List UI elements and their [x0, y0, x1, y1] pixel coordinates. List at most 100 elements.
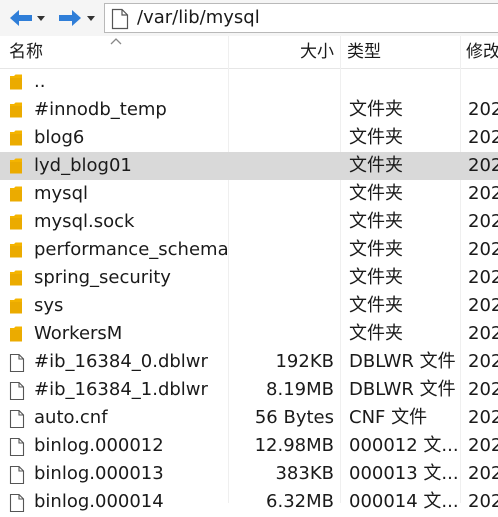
folder-row[interactable]: mysql.sock 文件夹 202: [0, 208, 498, 236]
file-modified: 202: [468, 267, 498, 288]
folder-icon: [9, 101, 23, 123]
file-modified: 202: [468, 351, 498, 372]
file-name: mysql.sock: [34, 211, 135, 232]
file-name: lyd_blog01: [34, 155, 132, 176]
path-input[interactable]: /var/lib/mysql: [104, 3, 498, 33]
file-type: 000013 文...: [349, 463, 459, 484]
folder-icon: [9, 73, 23, 95]
file-name: #ib_16384_1.dblwr: [34, 379, 208, 400]
file-name: #ib_16384_0.dblwr: [34, 351, 208, 372]
file-modified: 202: [468, 99, 498, 120]
file-icon: [9, 353, 25, 377]
file-modified: 202: [468, 295, 498, 316]
file-type: 文件夹: [349, 267, 403, 288]
file-modified: 202: [468, 239, 498, 260]
column-type[interactable]: 类型: [347, 36, 381, 68]
file-size: 192KB: [275, 351, 334, 372]
file-row[interactable]: #ib_16384_0.dblwr 192KB DBLWR 文件 202: [0, 348, 498, 376]
sort-ascending-icon: [110, 38, 122, 45]
file-size: 6.32MB: [266, 491, 334, 512]
chevron-down-icon: [37, 16, 45, 21]
file-type: 文件夹: [349, 211, 403, 232]
file-type: 000014 文...: [349, 491, 459, 512]
file-row[interactable]: binlog.000013 383KB 000013 文... 202: [0, 460, 498, 488]
file-name: blog6: [34, 127, 85, 148]
file-modified: 202: [468, 379, 498, 400]
page-icon: [111, 8, 129, 30]
file-row[interactable]: auto.cnf 56 Bytes CNF 文件 202: [0, 404, 498, 432]
folder-icon: [9, 269, 23, 291]
file-name: auto.cnf: [34, 407, 108, 428]
file-type: 文件夹: [349, 295, 403, 316]
file-modified: 202: [468, 463, 498, 484]
folder-row[interactable]: #innodb_temp 文件夹 202: [0, 96, 498, 124]
file-size: 56 Bytes: [254, 407, 334, 428]
file-name: ..: [34, 71, 46, 92]
file-icon: [9, 465, 25, 489]
folder-icon: [9, 129, 23, 151]
file-modified: 202: [468, 435, 498, 456]
file-size: 12.98MB: [254, 435, 334, 456]
column-size[interactable]: 大小: [300, 36, 334, 68]
file-type: 文件夹: [349, 99, 403, 120]
file-name: binlog.000013: [34, 463, 164, 484]
file-modified: 202: [468, 323, 498, 344]
folder-icon: [9, 157, 23, 179]
file-type: 文件夹: [349, 323, 403, 344]
folder-icon: [9, 241, 23, 263]
file-list: .. #innodb_temp 文件夹 202 blog6 文件夹 202 lyd_blog0…: [0, 68, 498, 513]
file-modified: 202: [468, 491, 498, 512]
file-row[interactable]: #ib_16384_1.dblwr 8.19MB DBLWR 文件 202: [0, 376, 498, 404]
column-name[interactable]: 名称: [9, 36, 43, 68]
folder-icon: [9, 213, 23, 235]
back-button[interactable]: [8, 7, 34, 29]
file-type: CNF 文件: [349, 407, 428, 428]
file-name: mysql: [34, 183, 88, 204]
file-name: #innodb_temp: [34, 99, 167, 120]
folder-row[interactable]: mysql 文件夹 202: [0, 180, 498, 208]
file-type: 文件夹: [349, 155, 403, 176]
file-modified: 202: [468, 211, 498, 232]
folder-row[interactable]: sys 文件夹 202: [0, 292, 498, 320]
file-icon: [9, 493, 25, 517]
file-name: performance_schema: [34, 239, 229, 260]
column-header: 名称 大小 类型 修改: [0, 36, 498, 69]
file-modified: 202: [468, 183, 498, 204]
folder-icon: [9, 325, 23, 347]
file-name: WorkersM: [34, 323, 123, 344]
file-type: 000012 文...: [349, 435, 459, 456]
file-modified: 202: [468, 407, 498, 428]
file-row[interactable]: binlog.000012 12.98MB 000012 文... 202: [0, 432, 498, 460]
file-row[interactable]: binlog.000014 6.32MB 000014 文... 202: [0, 488, 498, 516]
forward-arrow-icon: [59, 10, 81, 26]
folder-row[interactable]: spring_security 文件夹 202: [0, 264, 498, 292]
file-type: DBLWR 文件: [349, 379, 456, 400]
file-type: 文件夹: [349, 239, 403, 260]
navigation-toolbar: /var/lib/mysql: [0, 0, 498, 36]
path-text: /var/lib/mysql: [137, 7, 260, 28]
back-arrow-icon: [10, 10, 32, 26]
folder-row[interactable]: WorkersM 文件夹 202: [0, 320, 498, 348]
file-modified: 202: [468, 155, 498, 176]
file-modified: 202: [468, 127, 498, 148]
chevron-down-icon: [87, 16, 95, 21]
folder-row[interactable]: ..: [0, 68, 498, 96]
file-size: 8.19MB: [266, 379, 334, 400]
folder-icon: [9, 297, 23, 319]
folder-row[interactable]: blog6 文件夹 202: [0, 124, 498, 152]
forward-history-dropdown[interactable]: [86, 7, 96, 29]
file-name: binlog.000012: [34, 435, 164, 456]
folder-icon: [9, 185, 23, 207]
forward-button[interactable]: [57, 7, 83, 29]
back-history-dropdown[interactable]: [36, 7, 46, 29]
folder-row[interactable]: performance_schema 文件夹 202: [0, 236, 498, 264]
file-type: 文件夹: [349, 127, 403, 148]
file-name: sys: [34, 295, 64, 316]
file-name: spring_security: [34, 267, 171, 288]
file-icon: [9, 437, 25, 461]
folder-row[interactable]: lyd_blog01 文件夹 202: [0, 152, 498, 180]
file-size: 383KB: [275, 463, 334, 484]
column-modified[interactable]: 修改: [466, 36, 498, 68]
file-icon: [9, 409, 25, 433]
file-type: DBLWR 文件: [349, 351, 456, 372]
